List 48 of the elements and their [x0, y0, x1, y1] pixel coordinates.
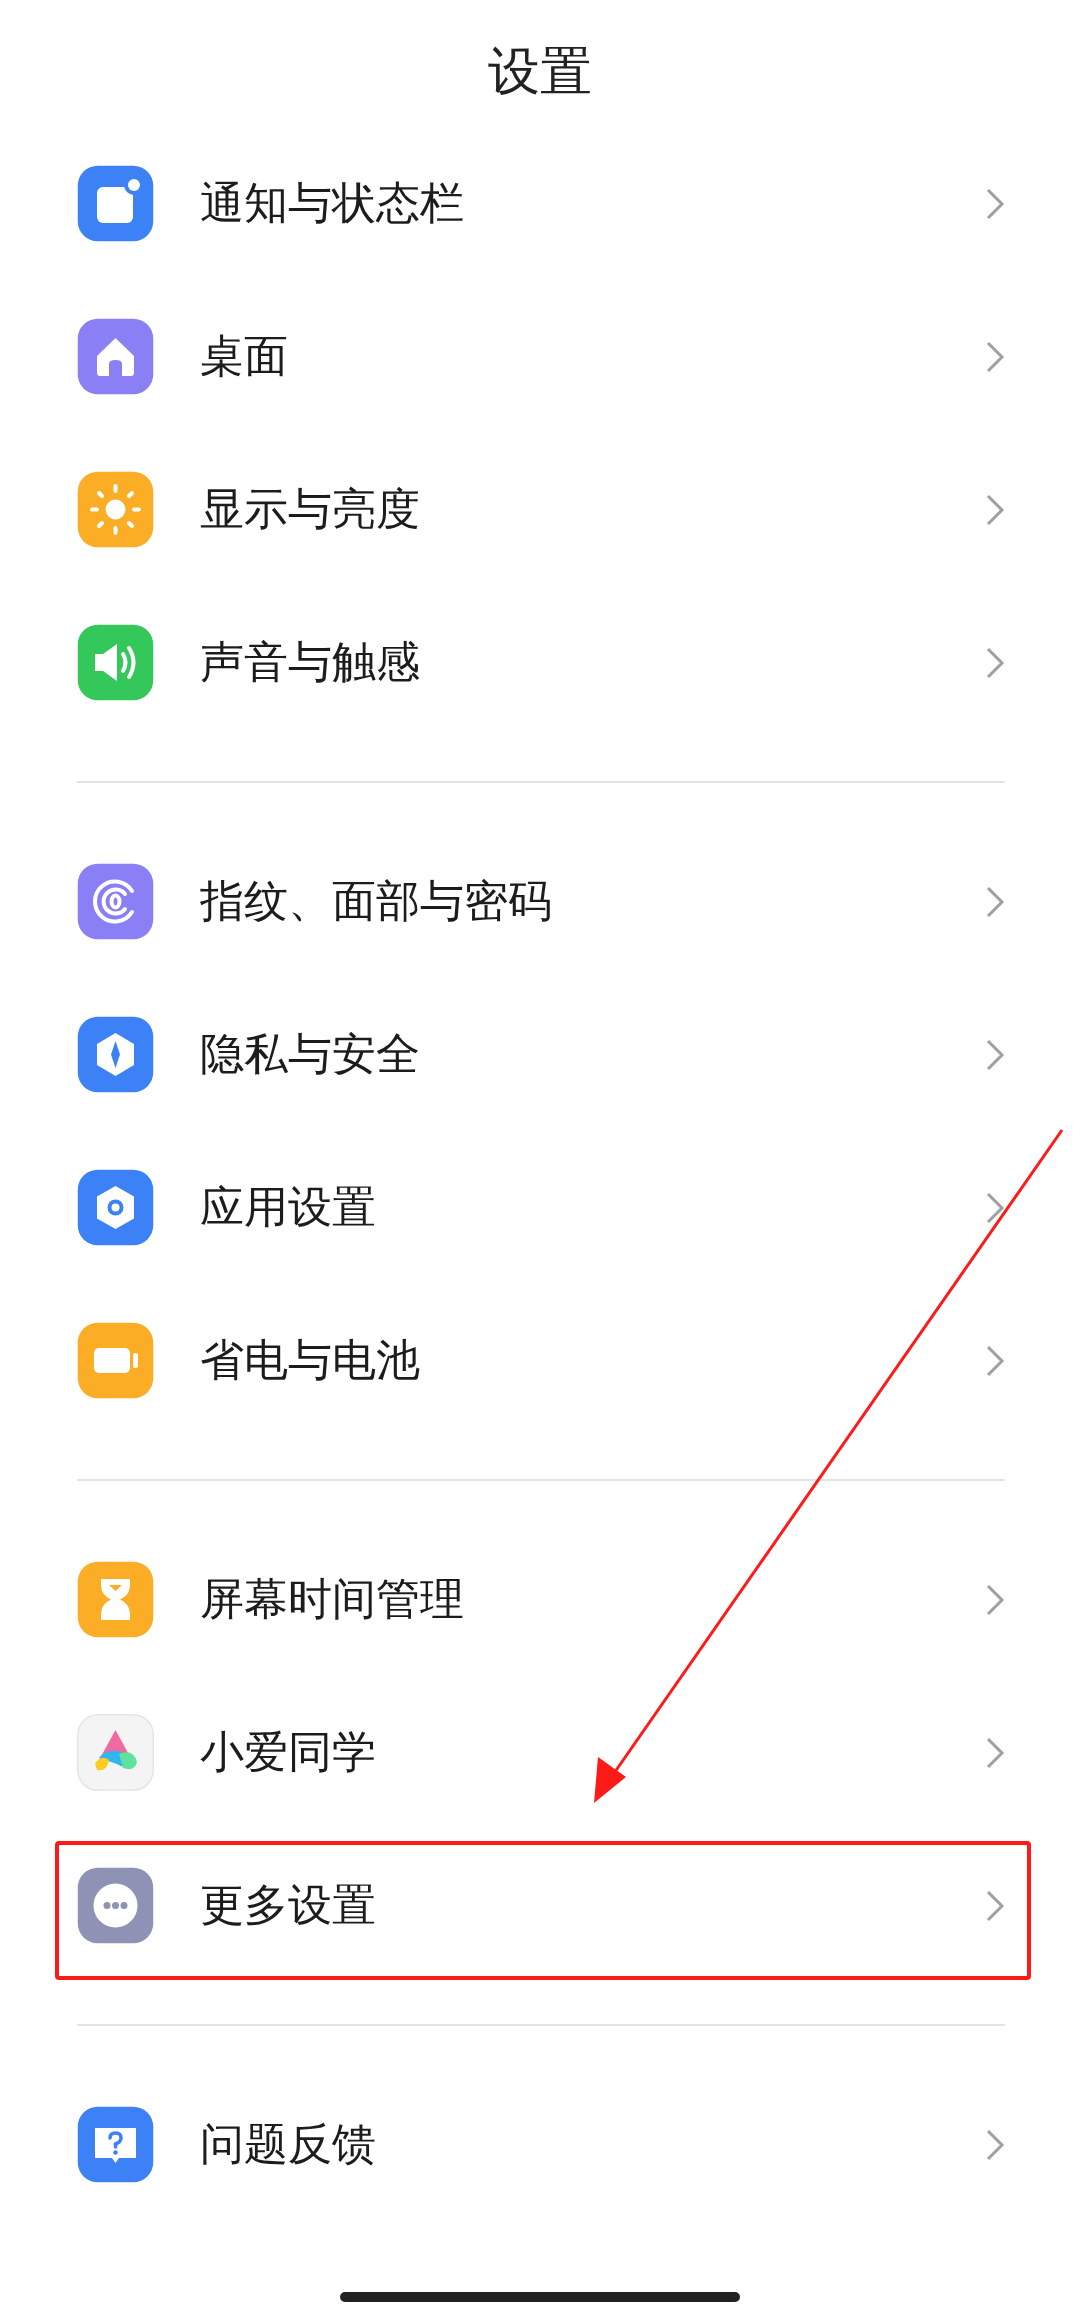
shield-icon: [77, 1016, 154, 1093]
item-label: 屏幕时间管理: [200, 1572, 465, 1626]
settings-item[interactable]: 应用设置: [0, 1131, 1080, 1284]
item-label: 更多设置: [200, 1878, 377, 1932]
item-label: 声音与触感: [200, 635, 421, 689]
item-label: 应用设置: [200, 1180, 377, 1234]
assistant-logo-icon: [77, 1714, 154, 1791]
chevron-right-icon: [985, 492, 1005, 527]
chevron-right-icon: [985, 1888, 1005, 1923]
item-label: 通知与状态栏: [200, 176, 465, 230]
home-icon: [77, 318, 154, 395]
settings-item[interactable]: 指纹、面部与密码: [0, 825, 1080, 978]
chevron-right-icon: [985, 884, 1005, 919]
fingerprint-icon: [77, 863, 154, 940]
feedback-icon: [77, 2106, 154, 2183]
chevron-right-icon: [985, 645, 1005, 680]
settings-item[interactable]: 显示与亮度: [0, 433, 1080, 586]
page-title: 设置: [488, 40, 592, 103]
settings-item[interactable]: 隐私与安全: [0, 978, 1080, 1131]
settings-item[interactable]: 声音与触感: [0, 586, 1080, 739]
item-label: 小爱同学: [200, 1725, 377, 1779]
chevron-right-icon: [985, 1582, 1005, 1617]
item-label: 指纹、面部与密码: [200, 874, 553, 928]
settings-item[interactable]: 通知与状态栏: [0, 127, 1080, 280]
settings-item[interactable]: 省电与电池: [0, 1284, 1080, 1437]
settings-item[interactable]: 更多设置: [0, 1829, 1080, 1982]
chevron-right-icon: [985, 2127, 1005, 2162]
battery-icon: [77, 1322, 154, 1399]
hourglass-icon: [77, 1561, 154, 1638]
item-label: 显示与亮度: [200, 482, 421, 536]
more-icon: [77, 1867, 154, 1944]
item-label: 问题反馈: [200, 2117, 377, 2171]
settings-item[interactable]: 小爱同学: [0, 1676, 1080, 1829]
home-indicator[interactable]: [340, 2292, 740, 2302]
chevron-right-icon: [985, 1037, 1005, 1072]
item-label: 桌面: [200, 329, 289, 383]
settings-item[interactable]: 桌面: [0, 280, 1080, 433]
settings-item[interactable]: 屏幕时间管理: [0, 1523, 1080, 1676]
item-label: 隐私与安全: [200, 1027, 421, 1081]
speaker-icon: [77, 624, 154, 701]
settings-item[interactable]: 问题反馈: [0, 2068, 1080, 2221]
chevron-right-icon: [985, 1190, 1005, 1225]
chevron-right-icon: [985, 339, 1005, 374]
chevron-right-icon: [985, 186, 1005, 221]
chevron-right-icon: [985, 1343, 1005, 1378]
item-label: 省电与电池: [200, 1333, 421, 1387]
sun-icon: [77, 471, 154, 548]
chevron-right-icon: [985, 1735, 1005, 1770]
